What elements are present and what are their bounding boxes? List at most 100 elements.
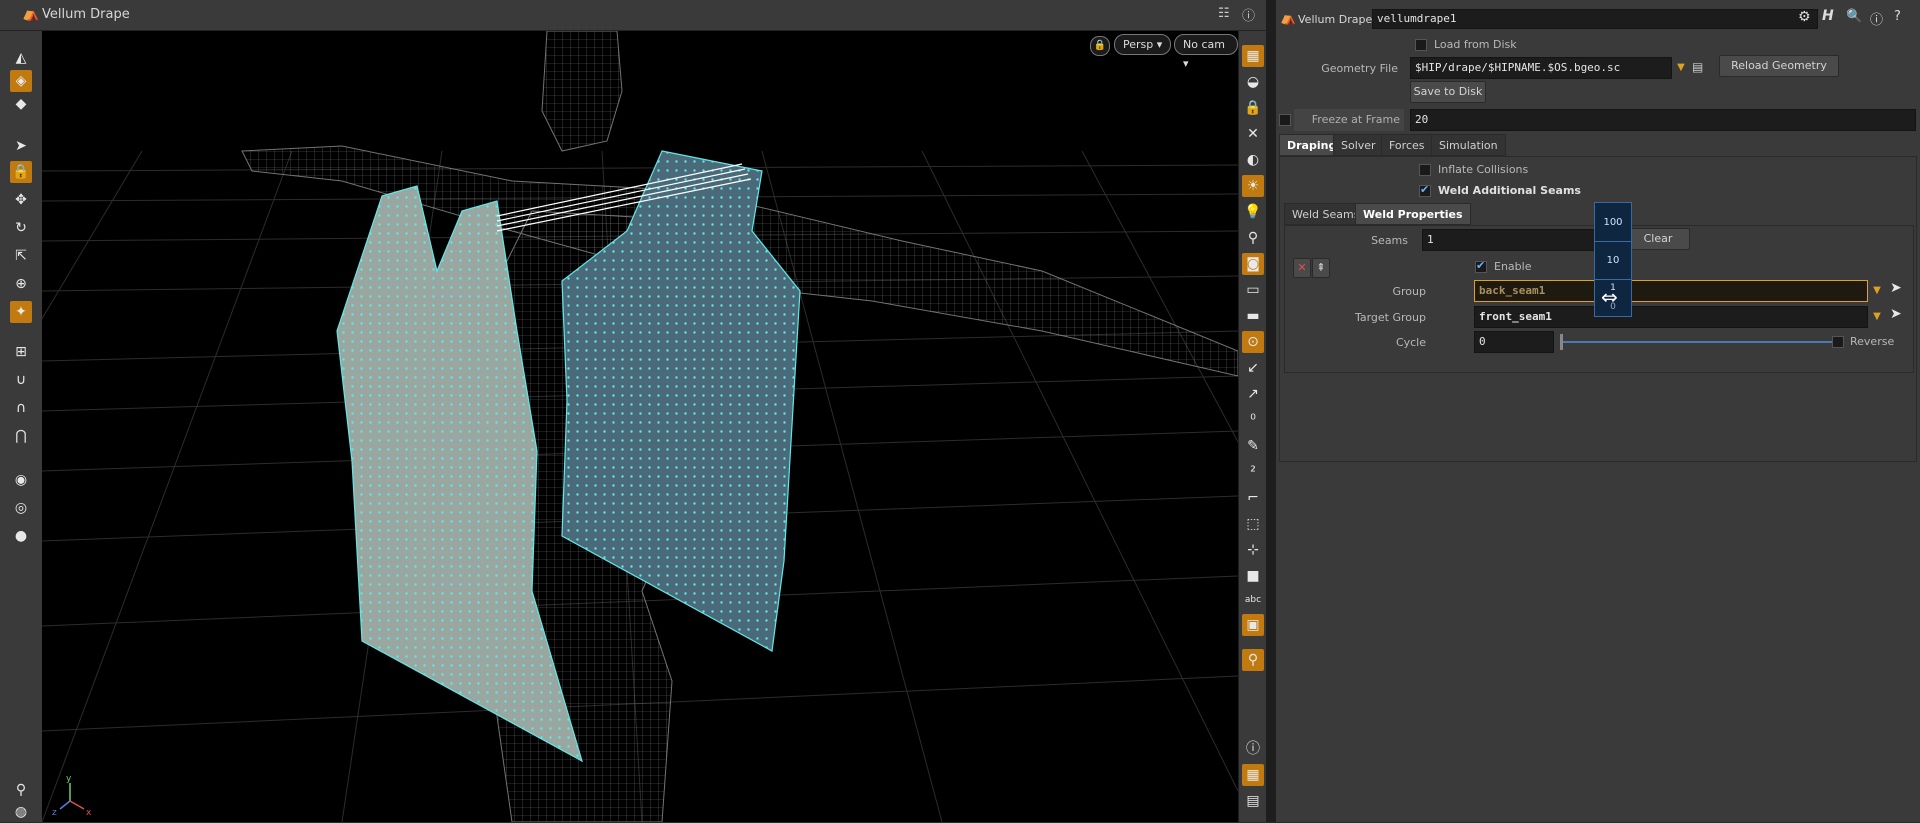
- inflate-collisions-checkbox[interactable]: [1419, 164, 1431, 176]
- bounding-box-icon[interactable]: ⬚: [1242, 513, 1264, 535]
- enable-label: Enable: [1494, 260, 1532, 273]
- point-numbers-icon[interactable]: ⁰: [1242, 409, 1264, 431]
- select-mode-icon[interactable]: ◭: [10, 47, 32, 69]
- snap-point-icon[interactable]: ⋂: [10, 425, 32, 447]
- houdini-help-icon[interactable]: H: [1822, 8, 1834, 24]
- weld-additional-seams-checkbox[interactable]: [1419, 183, 1431, 197]
- display-options-icon[interactable]: ☷: [1218, 6, 1230, 21]
- ladder-step-100[interactable]: 100: [1595, 217, 1631, 228]
- headlight-icon[interactable]: ☀: [1242, 175, 1264, 197]
- pin-icon[interactable]: ⚲: [1242, 649, 1264, 671]
- group-dropdown-icon[interactable]: ▼: [1870, 281, 1884, 301]
- target-group-field[interactable]: front_seam1: [1474, 306, 1868, 328]
- target-group-dropdown-icon[interactable]: ▼: [1870, 307, 1884, 327]
- light-icon[interactable]: 💡: [1242, 201, 1264, 223]
- wireframe-display-icon[interactable]: ▦: [1242, 45, 1264, 67]
- lock-icon[interactable]: 🔒: [1242, 97, 1264, 119]
- camera-icon[interactable]: ◉: [10, 469, 32, 491]
- lamp-icon[interactable]: ⚲: [10, 779, 32, 801]
- pane-divider[interactable]: [1266, 0, 1276, 822]
- guide-icon[interactable]: ⌐: [1242, 487, 1264, 509]
- seams-label: Seams: [1371, 234, 1408, 247]
- ghost-icon[interactable]: ✕: [1242, 123, 1264, 145]
- lock-selection-icon[interactable]: 🔒: [10, 161, 32, 183]
- subtab-weld-properties[interactable]: Weld Properties: [1355, 203, 1471, 225]
- pose-tool-icon[interactable]: ✦: [10, 301, 32, 323]
- cycle-field[interactable]: 0: [1474, 331, 1554, 353]
- help-icon[interactable]: ⓘ: [1242, 5, 1255, 24]
- text-abc-icon[interactable]: abc: [1242, 589, 1264, 611]
- info-icon[interactable]: ⓘ: [1242, 738, 1264, 760]
- prim-numbers-icon[interactable]: ²: [1242, 461, 1264, 483]
- freeze-at-frame-checkbox[interactable]: [1279, 114, 1291, 126]
- object-mode-icon[interactable]: ◈: [10, 70, 32, 92]
- snap-curve-icon[interactable]: ∪: [10, 369, 32, 391]
- camera-view-icon[interactable]: ◙: [1242, 253, 1264, 275]
- tab-forces[interactable]: Forces: [1381, 134, 1433, 156]
- parameter-pane: ⛺ Vellum Drape vellumdrape1 ⚙ H 🔍 ⓘ ? Lo…: [1276, 0, 1920, 822]
- cycle-slider-handle[interactable]: [1560, 334, 1563, 350]
- target-group-select-arrow-icon[interactable]: ➤: [1890, 306, 1902, 322]
- search-icon[interactable]: 🔍: [1846, 9, 1862, 24]
- clear-button[interactable]: Clear: [1626, 228, 1690, 250]
- vectors-icon[interactable]: ↗: [1242, 383, 1264, 405]
- parameter-header: ⛺ Vellum Drape vellumdrape1 ⚙ H 🔍 ⓘ ?: [1276, 0, 1920, 40]
- cycle-label: Cycle: [1395, 336, 1426, 349]
- enable-checkbox[interactable]: [1475, 259, 1487, 273]
- look-through-icon[interactable]: ◎: [10, 497, 32, 519]
- snap-grid-icon[interactable]: ⊞: [10, 341, 32, 363]
- key-light-icon[interactable]: ⚲: [1242, 227, 1264, 249]
- square-icon[interactable]: ■: [1242, 565, 1264, 587]
- brush-icon[interactable]: ✎: [1242, 435, 1264, 457]
- camera-menu-button[interactable]: No cam ▾: [1174, 34, 1238, 70]
- info-icon[interactable]: ⓘ: [1870, 9, 1883, 28]
- background-icon[interactable]: ◐: [1242, 149, 1264, 171]
- group-field[interactable]: back_seam1: [1474, 280, 1868, 302]
- flat-shade-icon[interactable]: ▭: [1242, 279, 1264, 301]
- file-chooser-icon[interactable]: ▤: [1692, 60, 1703, 74]
- group-select-arrow-icon[interactable]: ➤: [1890, 280, 1902, 296]
- flipbook-icon[interactable]: ◍: [10, 801, 32, 823]
- smooth-shade-icon[interactable]: ▬: [1242, 305, 1264, 327]
- snap-magnet-icon[interactable]: ∩: [10, 397, 32, 419]
- point-display-icon[interactable]: ⊙: [1242, 331, 1264, 353]
- insert-item-icon[interactable]: ⇞: [1312, 258, 1330, 278]
- transform-handle-icon[interactable]: ⊹: [1242, 539, 1264, 561]
- render-region-icon[interactable]: ●: [10, 525, 32, 547]
- lock-camera-icon[interactable]: 🔒: [1090, 36, 1110, 56]
- group-label: Group: [1392, 285, 1427, 298]
- value-ladder-popup[interactable]: 100 10 1 ⇔ 0: [1594, 202, 1632, 317]
- persp-menu-button[interactable]: Persp ▾: [1114, 34, 1172, 55]
- cycle-slider-track[interactable]: [1560, 341, 1842, 343]
- load-from-disk-checkbox[interactable]: [1415, 39, 1427, 51]
- move-tool-icon[interactable]: ✥: [10, 189, 32, 211]
- snapshot-icon[interactable]: ▤: [1242, 790, 1264, 812]
- file-dropdown-icon[interactable]: ▼: [1674, 58, 1688, 78]
- freeze-at-frame-field[interactable]: 20: [1410, 109, 1916, 131]
- freeze-at-frame-label: Freeze at Frame: [1294, 109, 1404, 131]
- inflate-collisions-label: Inflate Collisions: [1438, 163, 1529, 176]
- select-arrow-icon[interactable]: ➤: [10, 135, 32, 157]
- rotate-tool-icon[interactable]: ↻: [10, 217, 32, 239]
- save-to-disk-button[interactable]: Save to Disk: [1410, 81, 1486, 103]
- remove-item-icon[interactable]: ✕: [1293, 258, 1311, 278]
- reverse-checkbox[interactable]: [1832, 336, 1844, 348]
- handle-tool-icon[interactable]: ⊕: [10, 273, 32, 295]
- geometry-mode-icon[interactable]: ◆: [10, 93, 32, 115]
- scale-tool-icon[interactable]: ⇱: [10, 245, 32, 267]
- shading-icon[interactable]: ◒: [1242, 71, 1264, 93]
- geometry-file-field[interactable]: $HIP/drape/$HIPNAME.$OS.bgeo.sc: [1410, 57, 1672, 79]
- reload-geometry-button[interactable]: Reload Geometry: [1719, 55, 1839, 77]
- ladder-step-10[interactable]: 10: [1595, 255, 1631, 266]
- gear-icon[interactable]: ⚙: [1798, 9, 1811, 25]
- tab-simulation[interactable]: Simulation: [1431, 134, 1506, 156]
- normals-icon[interactable]: ↙: [1242, 357, 1264, 379]
- scene-render: y x z: [42, 31, 1238, 822]
- 3d-canvas[interactable]: y x z 🔒 Persp ▾ No cam ▾: [42, 31, 1238, 822]
- help-icon[interactable]: ?: [1894, 9, 1901, 24]
- node-name-field[interactable]: vellumdrape1: [1372, 9, 1818, 29]
- tab-solver[interactable]: Solver: [1333, 134, 1384, 156]
- image-icon[interactable]: ▣: [1242, 614, 1264, 636]
- seams-count-field[interactable]: 1: [1422, 229, 1598, 251]
- layout-icon[interactable]: ▦: [1242, 764, 1264, 786]
